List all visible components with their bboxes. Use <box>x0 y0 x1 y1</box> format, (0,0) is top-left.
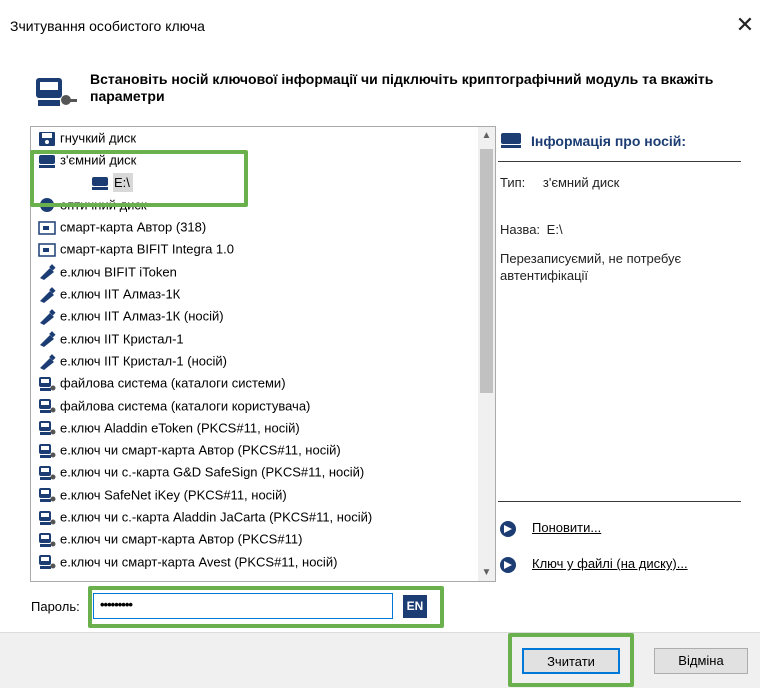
password-label: Пароль: <box>31 599 80 614</box>
list-item[interactable]: е.ключ чи смарт-карта Автор (PKCS#11) <box>31 528 477 550</box>
list-item-label: е.ключ чи смарт-карта Автор (PKCS#11, но… <box>60 442 341 458</box>
key-device-icon <box>39 399 56 414</box>
list-item[interactable]: е.ключ чи смарт-карта Avest (PKCS#11, но… <box>31 551 477 573</box>
key-device-icon <box>39 555 56 570</box>
media-info-title: Інформація про носій: <box>531 133 687 149</box>
list-item-label: е.ключ ІІТ Кристал-1 <box>60 331 184 347</box>
list-item-label: е.ключ чи с.-карта Aladdin JaCarta (PKCS… <box>60 509 373 525</box>
key-device-icon <box>36 78 77 106</box>
media-name-label: Назва: <box>500 222 541 237</box>
arrow-right-icon <box>500 556 516 573</box>
list-item[interactable]: гнучкий диск <box>31 127 477 149</box>
highlight-frame-password <box>88 586 444 628</box>
media-type-value: з'ємний диск <box>542 175 620 190</box>
list-item[interactable]: е.ключ Aladdin eToken (PKCS#11, носій) <box>31 417 477 439</box>
list-item[interactable]: е.ключ BIFIT iToken <box>31 261 477 283</box>
instruction-heading: Встановіть носій ключової інформації чи … <box>90 71 714 104</box>
scroll-up-icon[interactable]: ▲ <box>478 127 495 144</box>
file-key-link-label: Ключ у файлі (на диску)... <box>532 556 688 571</box>
media-description: Перезаписуємий, не потребує автентифікац… <box>500 251 682 283</box>
dialog-footer <box>0 632 760 688</box>
refresh-link[interactable]: Поновити... <box>500 520 601 537</box>
list-item[interactable]: е.ключ ІІТ Алмаз-1К (носій) <box>31 305 477 327</box>
list-item[interactable]: е.ключ SafeNet iKey (PKCS#11, носій) <box>31 484 477 506</box>
media-type-row: Тип: з'ємний диск <box>500 175 619 190</box>
scroll-down-icon[interactable]: ▼ <box>478 564 495 581</box>
list-item-label: е.ключ BIFIT iToken <box>60 264 177 280</box>
list-item-label: е.ключ ІІТ Алмаз-1К <box>60 286 181 302</box>
list-item[interactable]: файлова система (каталоги системи) <box>31 372 477 394</box>
list-item[interactable]: смарт-карта Автор (318) <box>31 216 477 238</box>
drive-icon <box>501 133 521 148</box>
smart-card-icon <box>38 221 56 235</box>
file-key-link[interactable]: Ключ у файлі (на диску)... <box>500 556 688 573</box>
list-item-label: е.ключ ІІТ Алмаз-1К (носій) <box>60 308 224 324</box>
list-item[interactable]: е.ключ ІІТ Кристал-1 (носій) <box>31 350 477 372</box>
list-item-label: е.ключ чи с.-карта G&D SafeSign (PKCS#11… <box>60 465 365 481</box>
key-device-icon <box>39 421 56 436</box>
media-type-label: Тип: <box>500 175 526 190</box>
key-device-icon <box>39 532 56 547</box>
scrollbar-thumb[interactable] <box>480 149 493 393</box>
divider-top <box>498 161 741 162</box>
list-item-label: файлова система (каталоги користувача) <box>60 398 311 414</box>
list-item[interactable]: е.ключ ІІТ Алмаз-1К <box>31 283 477 305</box>
list-item-label: гнучкий диск <box>60 130 137 146</box>
list-item[interactable]: е.ключ чи с.-карта G&D SafeSign (PKCS#11… <box>31 461 477 483</box>
list-item[interactable]: е.ключ чи с.-карта Aladdin JaCarta (PKCS… <box>31 506 477 528</box>
list-item-label: е.ключ SafeNet iKey (PKCS#11, носій) <box>60 487 287 503</box>
list-item-label: е.ключ Aladdin eToken (PKCS#11, носій) <box>60 420 300 436</box>
key-device-icon <box>39 376 56 391</box>
highlight-frame-device <box>30 150 248 207</box>
close-icon[interactable]: ✕ <box>730 10 760 40</box>
highlight-frame-read-button <box>508 633 634 687</box>
list-item-label: смарт-карта BIFIT Integra 1.0 <box>60 242 235 258</box>
key-device-icon <box>39 488 56 503</box>
list-item-label: е.ключ чи смарт-карта Автор (PKCS#11) <box>60 531 303 547</box>
key-device-icon <box>39 510 56 525</box>
list-item[interactable]: смарт-карта BIFIT Integra 1.0 <box>31 238 477 260</box>
media-name-row: Назва: E:\ <box>500 222 563 237</box>
usb-token-icon <box>40 309 56 325</box>
list-item[interactable]: е.ключ ІІТ Кристал-1 <box>31 328 477 350</box>
refresh-link-label: Поновити... <box>532 520 602 535</box>
usb-token-icon <box>40 264 56 281</box>
usb-token-icon <box>40 286 56 303</box>
list-item-label: е.ключ чи смарт-карта Avest (PKCS#11, но… <box>60 554 338 570</box>
list-item-label: е.ключ ІІТ Кристал-1 (носій) <box>60 353 227 369</box>
arrow-right-icon <box>500 520 516 537</box>
title-bar: Зчитування особистого ключа ✕ <box>0 0 760 44</box>
list-item[interactable]: е.ключ чи смарт-карта Автор (PKCS#11, но… <box>31 439 477 461</box>
scrollbar[interactable]: ▲ ▼ <box>478 127 495 581</box>
cancel-button[interactable]: Відміна <box>654 648 748 674</box>
key-device-icon <box>39 443 56 458</box>
media-name-value: E:\ <box>546 222 563 237</box>
usb-token-icon <box>40 331 56 348</box>
divider-bottom <box>498 501 741 502</box>
list-item-label: файлова система (каталоги системи) <box>60 375 286 391</box>
usb-token-icon <box>40 353 56 370</box>
list-item-label: смарт-карта Автор (318) <box>60 219 207 235</box>
smart-card-icon <box>38 243 56 257</box>
list-item[interactable]: файлова система (каталоги користувача) <box>31 395 477 417</box>
floppy-disk-icon <box>39 131 55 146</box>
key-device-icon <box>39 466 56 481</box>
window-title: Зчитування особистого ключа <box>10 18 205 34</box>
